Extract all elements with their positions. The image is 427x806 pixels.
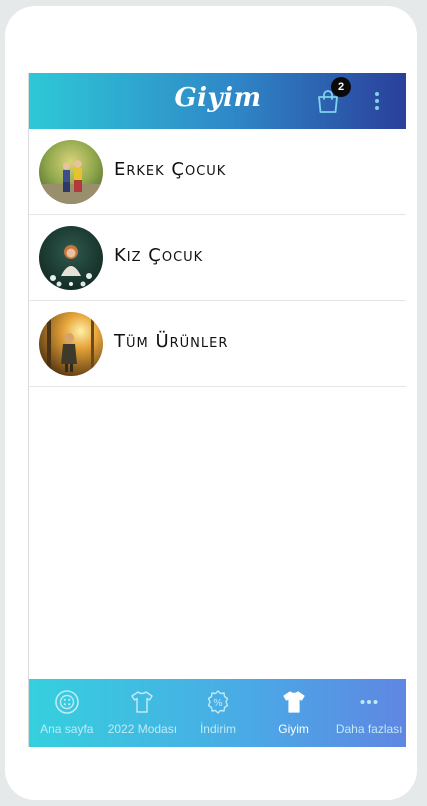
category-item-erkek-cocuk[interactable]: Erkek Çocuk — [29, 129, 406, 215]
nav-item-indirim[interactable]: % İndirim — [180, 679, 256, 747]
discount-badge-icon: % — [207, 690, 229, 714]
nav-label: Giyim — [278, 722, 309, 736]
tshirt-icon — [131, 691, 154, 713]
app-header: Giyim 2 — [29, 73, 406, 129]
more-vertical-icon[interactable] — [373, 91, 381, 111]
category-label: Kız Çocuk — [114, 245, 204, 266]
girl-photo-image — [39, 226, 103, 290]
category-item-kiz-cocuk[interactable]: Kız Çocuk — [29, 215, 406, 301]
nav-label: 2022 Modası — [107, 722, 178, 736]
nav-label: Daha fazlası — [335, 722, 403, 736]
bottom-navigation: Ana sayfa 2022 Modası % İndirim Giyim Da… — [29, 679, 406, 747]
app-screen: Giyim 2 Erkek Çocuk Kız Çocuk Tüm Ürünle… — [28, 73, 406, 747]
nav-item-ana-sayfa[interactable]: Ana sayfa — [29, 679, 105, 747]
svg-text:%: % — [213, 698, 223, 709]
nav-label: İndirim — [199, 722, 236, 736]
category-thumbnail — [39, 226, 103, 290]
category-label: Erkek Çocuk — [114, 159, 227, 180]
category-list: Erkek Çocuk Kız Çocuk Tüm Ürünler — [29, 129, 406, 387]
nav-item-daha-fazlasi[interactable]: Daha fazlası — [331, 679, 406, 747]
more-horizontal-icon — [360, 700, 378, 704]
tshirt-filled-icon — [282, 691, 305, 713]
category-thumbnail — [39, 312, 103, 376]
nav-item-2022-modasi[interactable]: 2022 Modası — [105, 679, 181, 747]
boys-photo-image — [39, 140, 103, 204]
cart-count-badge: 2 — [331, 77, 351, 97]
phone-frame: Giyim 2 Erkek Çocuk Kız Çocuk Tüm Ürünle… — [5, 6, 417, 800]
category-label: Tüm Ürünler — [114, 331, 229, 352]
nav-label: Ana sayfa — [40, 722, 94, 736]
category-item-tum-urunler[interactable]: Tüm Ürünler — [29, 301, 406, 387]
nav-item-giyim[interactable]: Giyim — [256, 679, 332, 747]
forest-child-photo-image — [39, 312, 103, 376]
button-icon — [54, 690, 79, 714]
category-thumbnail — [39, 140, 103, 204]
